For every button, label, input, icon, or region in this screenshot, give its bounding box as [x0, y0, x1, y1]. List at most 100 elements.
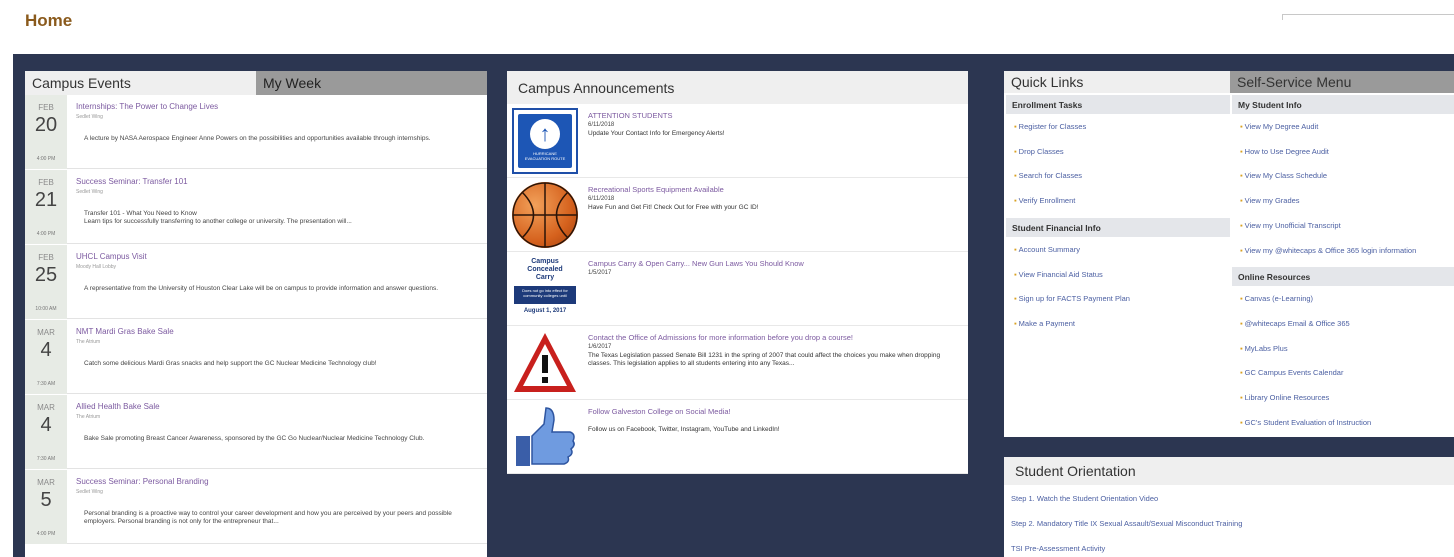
- event-time: 4:00 PM: [36, 156, 56, 162]
- event-month: FEB: [38, 103, 54, 112]
- bullet-icon: ▪: [1014, 122, 1017, 131]
- announcement-title-link[interactable]: Follow Galveston College on Social Media…: [588, 407, 731, 416]
- bullet-icon: ▪: [1014, 269, 1017, 279]
- event-date-block: FEB 25 10:00 AM: [25, 245, 67, 319]
- quick-link[interactable]: ▪ View My Degree Audit: [1240, 122, 1318, 131]
- bullet-icon: ▪: [1014, 294, 1017, 304]
- quick-link-label: Register for Classes: [1018, 122, 1087, 131]
- section-header: My Student Info: [1232, 95, 1454, 114]
- section-header: Student Financial Info: [1006, 217, 1230, 237]
- event-title-link[interactable]: NMT Mardi Gras Bake Sale: [76, 327, 174, 336]
- event-description: Transfer 101 - What You Need to Know Lea…: [84, 210, 352, 225]
- event-date-block: MAR 4 7:30 AM: [25, 395, 67, 469]
- event-day: 4: [40, 414, 52, 436]
- quick-link[interactable]: ▪ Sign up for FACTS Payment Plan: [1014, 294, 1130, 303]
- section-header: Enrollment Tasks: [1006, 95, 1230, 114]
- bullet-icon: ▪: [1240, 146, 1243, 156]
- orientation-link[interactable]: TSI Pre-Assessment Activity: [1011, 544, 1105, 553]
- tab-my-week[interactable]: My Week: [256, 71, 487, 95]
- campus-carry-icon[interactable]: Campus Concealed Carry Does not go into eff…: [512, 256, 578, 322]
- thumbs-up-shape: [516, 407, 575, 466]
- thumbs-up-icon[interactable]: [512, 404, 578, 470]
- event-description: Bake Sale promoting Breast Cancer Awaren…: [84, 435, 425, 442]
- bullet-icon: ▪: [1240, 393, 1243, 402]
- quick-link[interactable]: ▪ View Financial Aid Status: [1014, 270, 1103, 279]
- orientation-link[interactable]: Step 1. Watch the Student Orientation Vi…: [1011, 494, 1158, 503]
- quick-link[interactable]: ▪ View my @whitecaps & Office 365 login i…: [1240, 246, 1416, 255]
- quick-link[interactable]: ▪ @whitecaps Email & Office 365: [1240, 319, 1350, 328]
- event-title-link[interactable]: Allied Health Bake Sale: [76, 402, 160, 411]
- quick-link[interactable]: ▪ MyLabs Plus: [1240, 344, 1288, 353]
- announcement-row: ↑ HURRICANE EVACUATION ROUTE ATTENTION STU…: [507, 104, 968, 178]
- announcement-title-link[interactable]: ATTENTION STUDENTS: [588, 111, 672, 120]
- event-day: 25: [34, 264, 58, 286]
- event-month: FEB: [38, 253, 54, 262]
- event-row: MAR 5 4:00 PM Success Seminar: Personal Bra…: [25, 470, 487, 544]
- student-orientation-panel: Student Orientation Step 1. Watch the St…: [1004, 457, 1454, 557]
- bullet-icon: ▪: [1240, 245, 1243, 255]
- event-month: MAR: [37, 328, 55, 337]
- quick-link[interactable]: ▪ View my Unofficial Transcript: [1240, 221, 1341, 230]
- bullet-icon: ▪: [1014, 171, 1017, 181]
- quick-link[interactable]: ▪ GC Campus Events Calendar: [1240, 368, 1343, 377]
- event-location: Sedlet Wing: [76, 489, 103, 495]
- quick-link-label: Verify Enrollment: [1018, 196, 1076, 206]
- orientation-link[interactable]: Step 2. Mandatory Title IX Sexual Assaul…: [1011, 519, 1242, 528]
- quick-link-label: MyLabs Plus: [1244, 343, 1288, 353]
- section-header: Online Resources: [1232, 267, 1454, 287]
- bullet-icon: ▪: [1240, 220, 1243, 230]
- event-location: The Atrium: [76, 414, 101, 420]
- bullet-icon: ▪: [1240, 294, 1243, 304]
- quick-link-label: GC Campus Events Calendar: [1244, 368, 1344, 378]
- ccc-line-3: Carry: [535, 274, 555, 281]
- bullet-icon: ▪: [1240, 196, 1243, 206]
- announcement-title-link[interactable]: Recreational Sports Equipment Available: [588, 185, 724, 194]
- campus-events-panel: Campus Events My Week FEB 20 4:00 PM Intern…: [25, 71, 487, 557]
- announcement-row: Recreational Sports Equipment Available 6…: [507, 178, 968, 252]
- event-time: 7:30 AM: [36, 381, 56, 387]
- event-day: 5: [40, 489, 52, 511]
- announcement-text: Follow us on Facebook, Twitter, Instagra…: [588, 426, 780, 433]
- bullet-icon: ▪: [1014, 196, 1017, 206]
- tab-quick-links[interactable]: Quick Links: [1004, 71, 1230, 93]
- event-description: A representative from the University of …: [84, 285, 439, 292]
- quick-link[interactable]: ▪ GC's Student Evaluation of Instruction: [1240, 418, 1371, 427]
- event-title-link[interactable]: UHCL Campus Visit: [76, 252, 147, 261]
- quick-link-label: Make a Payment: [1018, 318, 1075, 328]
- quick-link[interactable]: ▪ Make a Payment: [1014, 319, 1075, 328]
- quick-link[interactable]: ▪ Search for Classes: [1014, 171, 1082, 180]
- quick-link[interactable]: ▪ Register for Classes: [1014, 122, 1086, 131]
- event-day: 4: [40, 339, 52, 361]
- quick-link[interactable]: ▪ View My Class Schedule: [1240, 171, 1327, 180]
- announcement-title-link[interactable]: Contact the Office of Admissions for mor…: [588, 333, 853, 342]
- event-description: A lecture by NASA Aerospace Engineer Ann…: [84, 135, 431, 142]
- quick-link[interactable]: ▪ Canvas (e-Learning): [1240, 294, 1313, 303]
- hurricane-evacuation-icon[interactable]: ↑ HURRICANE EVACUATION ROUTE: [512, 108, 578, 174]
- announcement-row: Follow Galveston College on Social Media…: [507, 400, 968, 474]
- basketball-icon[interactable]: [512, 182, 578, 248]
- page-title: Home: [25, 11, 73, 30]
- tab-self-service-menu[interactable]: Self-Service Menu: [1230, 71, 1454, 93]
- ccc-line-1: Campus: [531, 258, 559, 265]
- announcement-text: The Texas Legislation passed Senate Bill…: [588, 352, 941, 367]
- quick-link[interactable]: ▪ Library Online Resources: [1240, 393, 1329, 402]
- tab-campus-events[interactable]: Campus Events: [25, 71, 256, 95]
- quick-link[interactable]: ▪ How to Use Degree Audit: [1240, 147, 1329, 156]
- quick-link-label: View My Degree Audit: [1244, 122, 1319, 131]
- announcement-date: 1/6/2017: [588, 344, 612, 350]
- event-title-link[interactable]: Success Seminar: Personal Branding: [76, 477, 209, 486]
- quick-link-label: How to Use Degree Audit: [1244, 146, 1329, 156]
- announcement-title-link[interactable]: Campus Carry & Open Carry... New Gun Law…: [588, 259, 804, 268]
- warning-triangle: [514, 333, 576, 392]
- quick-link[interactable]: ▪ Verify Enrollment: [1014, 196, 1075, 205]
- warning-icon[interactable]: [512, 330, 578, 396]
- event-title-link[interactable]: Success Seminar: Transfer 101: [76, 177, 188, 186]
- quick-link-label: View Financial Aid Status: [1018, 269, 1103, 279]
- top-bar: Home: [0, 0, 1454, 54]
- event-title-link[interactable]: Internships: The Power to Change Lives: [76, 102, 218, 111]
- event-row: FEB 21 4:00 PM Success Seminar: Transfer 10…: [25, 170, 487, 244]
- quick-link[interactable]: ▪ View my Grades: [1240, 196, 1300, 205]
- quick-link[interactable]: ▪ Account Summary: [1014, 245, 1080, 254]
- quick-link[interactable]: ▪ Drop Classes: [1014, 147, 1064, 156]
- search-input[interactable]: [1282, 14, 1454, 20]
